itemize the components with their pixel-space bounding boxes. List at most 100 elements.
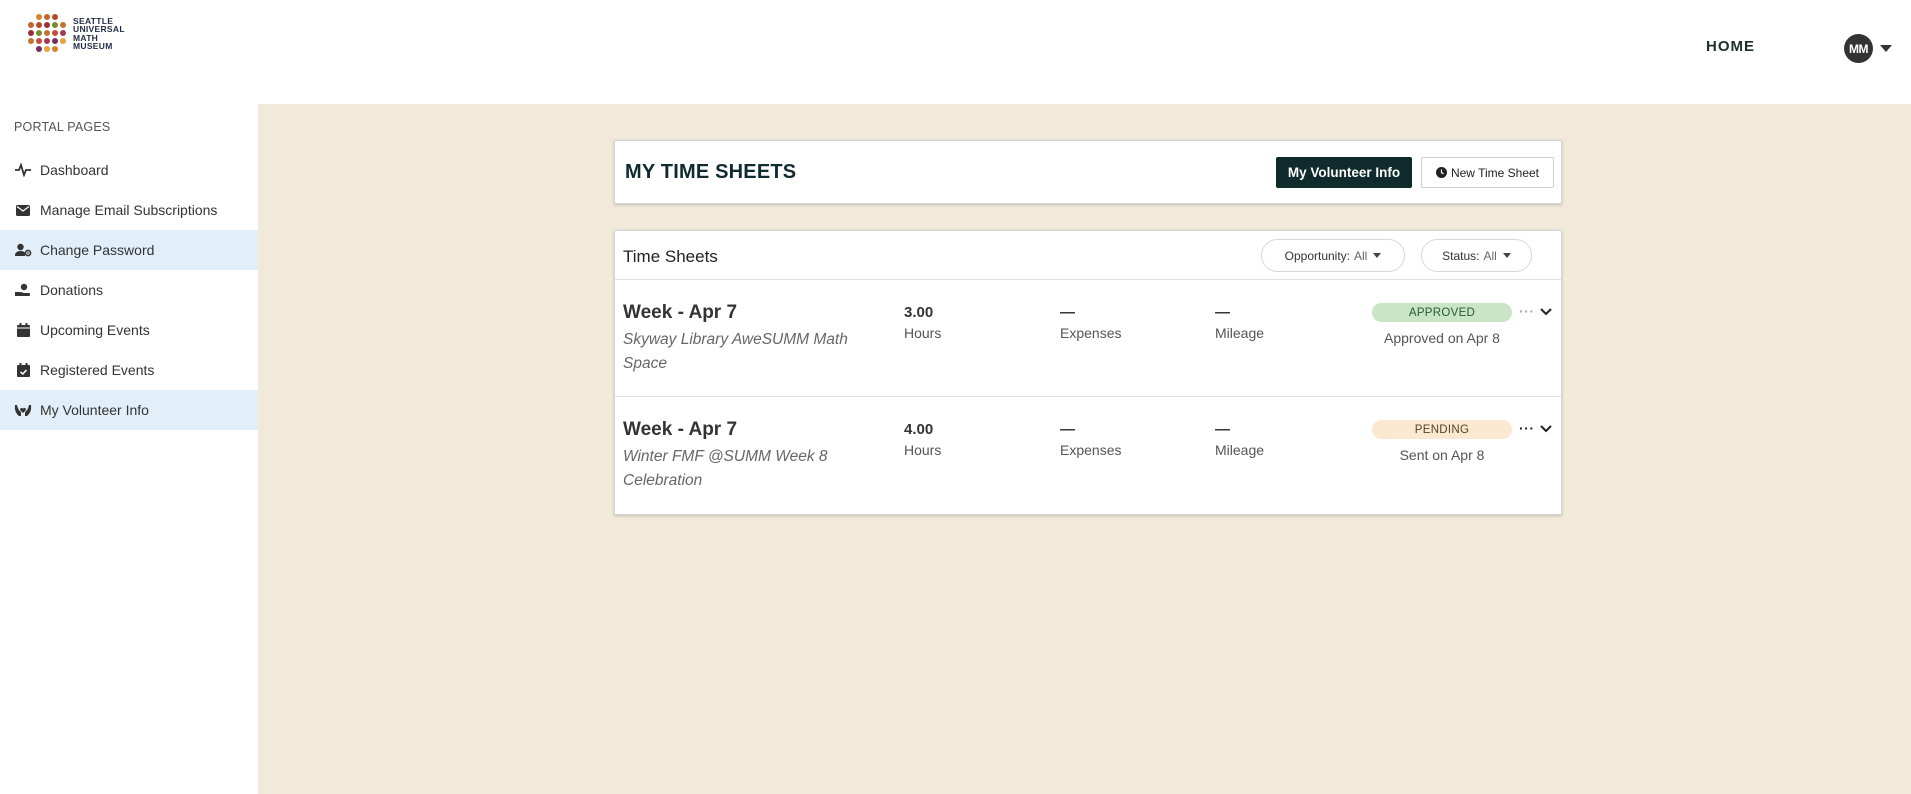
mileage-stat: — Mileage — [1215, 421, 1264, 458]
logo-line-4: MUSEUM — [73, 41, 113, 51]
caret-down-icon — [1502, 253, 1511, 258]
logo-dot — [44, 22, 50, 28]
mileage-stat: — Mileage — [1215, 304, 1264, 341]
hours-label: Hours — [904, 325, 942, 341]
status-badge: PENDING — [1372, 420, 1512, 439]
sidebar-item-my-volunteer-info[interactable]: My Volunteer Info — [0, 390, 258, 430]
sidebar-item-label: Manage Email Subscriptions — [40, 202, 218, 218]
calendar-check-icon — [14, 361, 32, 379]
logo-dot — [36, 14, 42, 20]
sidebar-item-label: Dashboard — [40, 162, 109, 178]
logo-dot — [36, 46, 42, 52]
opportunity-filter[interactable]: Opportunity: All — [1261, 239, 1405, 272]
new-time-sheet-label: New Time Sheet — [1450, 165, 1540, 180]
logo-dot — [28, 30, 34, 36]
clock-icon — [1435, 167, 1447, 178]
mileage-label: Mileage — [1215, 442, 1265, 458]
status-filter-value: All — [1483, 248, 1497, 263]
main-content: MY TIME SHEETS My Volunteer Info New Tim… — [258, 104, 1911, 794]
logo-dot — [28, 14, 34, 20]
hands-heart-icon — [14, 401, 32, 419]
time-sheets-title: Time Sheets — [623, 247, 718, 266]
user-menu-caret-icon[interactable] — [1880, 45, 1892, 52]
expenses-stat: — Expenses — [1060, 421, 1121, 458]
opportunity-filter-label: Opportunity: — [1284, 248, 1351, 263]
logo-dot — [60, 14, 66, 20]
page-header-card: MY TIME SHEETS My Volunteer Info New Tim… — [614, 140, 1562, 204]
status-filter-label: Status: — [1442, 248, 1480, 263]
logo-dot — [44, 38, 50, 44]
time-sheet-week: Week - Apr 7 — [623, 419, 738, 440]
time-sheet-week: Week - Apr 7 — [623, 302, 738, 323]
time-sheet-row[interactable]: Week - Apr 7 Winter FMF @SUMM Week 8 Cel… — [615, 397, 1561, 513]
logo-dot — [36, 38, 42, 44]
sidebar-item-label: Change Password — [40, 242, 155, 258]
logo-dot — [36, 22, 42, 28]
sidebar-item-upcoming-events[interactable]: Upcoming Events — [0, 310, 258, 350]
chevron-down-icon[interactable] — [1538, 421, 1554, 437]
museum-logo[interactable]: SEATTLE UNIVERSAL MATH MUSEUM — [28, 14, 125, 53]
new-time-sheet-button[interactable]: New Time Sheet — [1421, 157, 1554, 188]
chevron-down-icon[interactable] — [1538, 304, 1554, 320]
logo-dot — [44, 14, 50, 20]
logo-dot — [52, 22, 58, 28]
hours-label: Hours — [904, 442, 942, 458]
top-bar: SEATTLE UNIVERSAL MATH MUSEUM HOME MM — [0, 0, 1911, 104]
envelope-icon — [14, 201, 32, 219]
mileage-value: — — [1215, 421, 1230, 438]
pulse-icon — [14, 161, 32, 179]
avatar[interactable]: MM — [1844, 34, 1873, 63]
time-sheet-opportunity: Skyway Library AweSUMM Math Space — [623, 331, 848, 372]
status-note: Approved on Apr 8 — [1384, 330, 1500, 346]
expenses-value: — — [1060, 421, 1075, 438]
hours-stat: 3.00 Hours — [904, 304, 941, 341]
sidebar-item-registered-events[interactable]: Registered Events — [0, 350, 258, 390]
sidebar-item-label: Upcoming Events — [40, 322, 150, 338]
hours-stat: 4.00 Hours — [904, 421, 941, 458]
time-sheet-opportunity: Winter FMF @SUMM Week 8 Celebration — [623, 448, 828, 489]
sidebar-item-label: My Volunteer Info — [40, 402, 149, 418]
sidebar-item-donations[interactable]: Donations — [0, 270, 258, 310]
time-sheet-row[interactable]: Week - Apr 7 Skyway Library AweSUMM Math… — [615, 280, 1561, 396]
hours-value: 4.00 — [904, 421, 934, 438]
logo-dots-icon — [28, 14, 67, 53]
sidebar: PORTAL PAGES Dashboard Manage Email Subs… — [0, 104, 258, 794]
sidebar-item-dashboard[interactable]: Dashboard — [0, 150, 258, 190]
expenses-stat: — Expenses — [1060, 304, 1121, 341]
sidebar-item-change-password[interactable]: Change Password — [0, 230, 258, 270]
sidebar-item-email-subscriptions[interactable]: Manage Email Subscriptions — [0, 190, 258, 230]
expenses-value: — — [1060, 304, 1075, 321]
status-note: Sent on Apr 8 — [1399, 447, 1485, 463]
mileage-value: — — [1215, 304, 1230, 321]
home-link[interactable]: HOME — [1706, 38, 1755, 55]
logo-dot — [44, 30, 50, 36]
calendar-icon — [14, 321, 32, 339]
logo-dot — [52, 30, 58, 36]
sidebar-item-label: Donations — [40, 282, 104, 298]
logo-dot — [60, 22, 66, 28]
opportunity-filter-value: All — [1354, 248, 1368, 263]
status-badge: APPROVED — [1372, 303, 1512, 322]
logo-dot — [52, 38, 58, 44]
logo-dot — [52, 14, 58, 20]
logo-dot — [52, 46, 58, 52]
mileage-label: Mileage — [1215, 325, 1265, 341]
page-title: MY TIME SHEETS — [625, 161, 797, 183]
status-filter[interactable]: Status: All — [1421, 239, 1532, 272]
logo-dot — [60, 30, 66, 36]
logo-dot — [28, 22, 34, 28]
logo-dot — [44, 46, 50, 52]
expenses-label: Expenses — [1060, 325, 1122, 341]
caret-down-icon — [1373, 253, 1382, 258]
logo-dot — [28, 46, 34, 52]
logo-dot — [28, 38, 34, 44]
hours-value: 3.00 — [904, 304, 934, 321]
more-options-icon[interactable]: ··· — [1519, 304, 1535, 318]
logo-dot — [60, 38, 66, 44]
sidebar-heading: PORTAL PAGES — [14, 120, 111, 134]
hand-holding-icon — [14, 281, 32, 299]
more-options-icon[interactable]: ··· — [1519, 421, 1535, 435]
my-volunteer-info-button[interactable]: My Volunteer Info — [1276, 157, 1412, 188]
logo-dot — [36, 30, 42, 36]
sidebar-item-label: Registered Events — [40, 362, 155, 378]
